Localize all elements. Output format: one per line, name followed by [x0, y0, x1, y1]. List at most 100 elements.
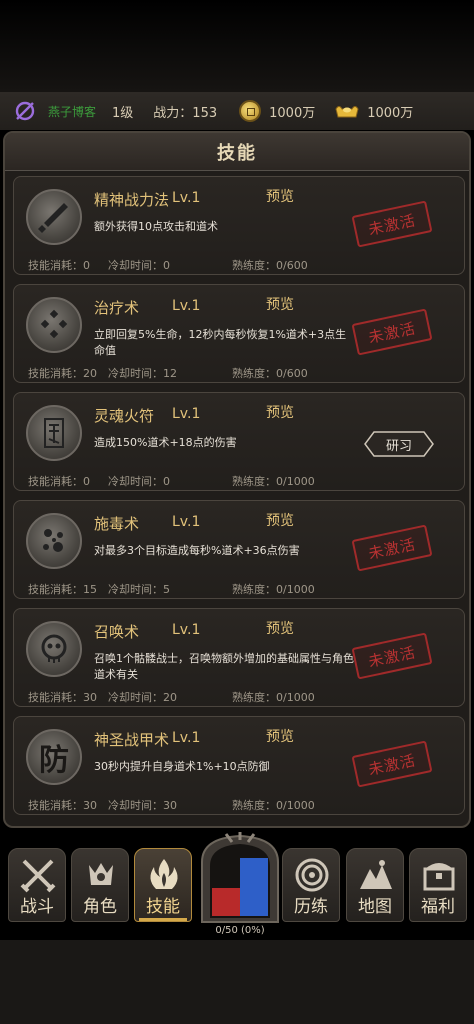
coin-icon	[239, 100, 262, 122]
skill-card[interactable]: 精神战力法 Lv.1 预览 额外获得10点攻击和道术 未激活 技能消耗：0 冷却…	[13, 176, 465, 275]
inactive-stamp: 未激活	[351, 200, 433, 248]
nav-label: 角色	[83, 897, 117, 917]
top-background	[0, 0, 474, 92]
preview-link[interactable]: 预览	[266, 186, 294, 206]
skill-description: 对最多3个目标造成每秒%道术+36点伤害	[94, 544, 300, 557]
skill-cooldown: 冷却时间：30	[108, 799, 177, 812]
skill-level: Lv.1	[172, 298, 201, 314]
nav-battle[interactable]: 战斗	[8, 848, 66, 922]
skill-name: 召唤术	[94, 623, 140, 641]
ingot-amount: 1000万	[367, 105, 414, 121]
crossed-swords-icon	[20, 859, 56, 893]
skill-name: 精神战力法	[94, 191, 170, 209]
skill-cost: 技能消耗：0	[28, 475, 90, 488]
spirit-sword-icon	[26, 189, 82, 245]
nav-label: 福利	[421, 897, 455, 917]
treasure-chest-icon	[423, 863, 455, 891]
skill-level: Lv.1	[172, 622, 201, 638]
skill-cooldown: 冷却时间：5	[108, 583, 170, 596]
skill-name: 神圣战甲术	[94, 731, 170, 749]
skill-meta: 技能消耗：0 冷却时间：0 熟练度：0/1000	[28, 473, 315, 489]
combat-power: 战力：153	[153, 105, 218, 121]
skill-name: 灵魂火符	[94, 407, 155, 425]
skill-description: 召唤1个骷髅战士，召唤物额外增加的基础属性与角色道术有关	[94, 652, 354, 681]
skill-proficiency: 熟练度：0/600	[232, 367, 308, 380]
portal-gate-icon[interactable]	[196, 832, 284, 924]
panel-title: 技能	[217, 142, 257, 164]
poison-icon	[26, 513, 82, 569]
preview-link[interactable]: 预览	[266, 726, 294, 746]
nav-map[interactable]: 地图	[346, 848, 404, 922]
skill-cooldown: 冷却时间：0	[108, 475, 170, 488]
skill-cooldown: 冷却时间：20	[108, 691, 177, 704]
nav-character[interactable]: 角色	[71, 848, 129, 922]
skill-description: 造成150%道术+18点的伤害	[94, 436, 237, 449]
skill-card[interactable]: 灵魂火符 Lv.1 预览 造成150%道术+18点的伤害 研习 技能消耗：0 冷…	[13, 392, 465, 491]
active-indicator	[139, 918, 187, 921]
research-label: 研习	[385, 438, 412, 454]
healing-icon	[26, 297, 82, 353]
talisman-icon	[26, 405, 82, 461]
skill-cost: 技能消耗：30	[28, 691, 97, 704]
preview-link[interactable]: 预览	[266, 402, 294, 422]
nav-label: 技能	[146, 897, 180, 917]
skill-meta: 技能消耗：30 冷却时间：30 熟练度：0/1000	[28, 797, 315, 813]
status-bar: 燕子博客 1级 战力：153 1000万 1000万	[0, 92, 474, 130]
flame-emblem-icon	[150, 859, 178, 889]
skill-description: 30秒内提升自身道术1%+10点防御	[94, 760, 270, 773]
skill-level: Lv.1	[172, 514, 201, 530]
nav-skills[interactable]: 技能	[134, 848, 192, 922]
nav-label: 地图	[358, 897, 392, 917]
inactive-stamp: 未激活	[351, 632, 433, 680]
skill-level: Lv.1	[172, 190, 201, 206]
player-level: 1级	[112, 105, 134, 121]
nav-welfare[interactable]: 福利	[409, 848, 467, 922]
skill-proficiency: 熟练度：0/1000	[232, 475, 315, 488]
skill-description: 额外获得10点攻击和道术	[94, 220, 218, 233]
skill-level: Lv.1	[172, 406, 201, 422]
skill-cost: 技能消耗：20	[28, 367, 97, 380]
gold-amount: 1000万	[269, 105, 316, 121]
gold-ingot-icon	[335, 106, 359, 118]
skill-cooldown: 冷却时间：0	[108, 259, 170, 272]
panel-header: 技能	[5, 133, 469, 171]
armor-icon-glyph: 防	[39, 743, 69, 778]
skill-cooldown: 冷却时间：12	[108, 367, 177, 380]
skill-meta: 技能消耗：30 冷却时间：20 熟练度：0/1000	[28, 689, 315, 705]
skill-cost: 技能消耗：15	[28, 583, 97, 596]
preview-link[interactable]: 预览	[266, 510, 294, 530]
skill-proficiency: 熟练度：0/1000	[232, 691, 315, 704]
preview-link[interactable]: 预览	[266, 294, 294, 314]
nav-label: 战斗	[20, 897, 54, 917]
skill-name: 治疗术	[94, 299, 140, 317]
skill-name: 施毒术	[94, 515, 140, 533]
nav-training[interactable]: 历练	[282, 848, 340, 922]
skill-proficiency: 熟练度：0/1000	[232, 583, 315, 596]
skill-card[interactable]: 召唤术 Lv.1 预览 召唤1个骷髅战士，召唤物额外增加的基础属性与角色道术有关…	[13, 608, 465, 707]
spiral-logo-icon	[15, 101, 35, 121]
skill-description: 立即回复5%生命，12秒内每秒恢复1%道术+3点生命值	[94, 328, 347, 357]
skill-card[interactable]: 防 神圣战甲术 Lv.1 预览 30秒内提升自身道术1%+10点防御 未激活 技…	[13, 716, 465, 815]
inactive-stamp: 未激活	[351, 524, 433, 572]
vortex-icon	[295, 858, 329, 892]
skill-meta: 技能消耗：15 冷却时间：5 熟练度：0/1000	[28, 581, 315, 597]
skill-card[interactable]: 治疗术 Lv.1 预览 立即回复5%生命，12秒内每秒恢复1%道术+3点生命值 …	[13, 284, 465, 383]
player-name: 燕子博客	[48, 104, 97, 119]
nav-label: 历练	[294, 897, 328, 917]
skill-level: Lv.1	[172, 730, 201, 746]
skill-cost: 技能消耗：30	[28, 799, 97, 812]
skill-cost: 技能消耗：0	[28, 259, 90, 272]
skill-card[interactable]: 施毒术 Lv.1 预览 对最多3个目标造成每秒%道术+36点伤害 未激活 技能消…	[13, 500, 465, 599]
skill-meta: 技能消耗：0 冷却时间：0 熟练度：0/600	[28, 257, 308, 273]
skill-meta: 技能消耗：20 冷却时间：12 熟练度：0/600	[28, 365, 308, 381]
preview-link[interactable]: 预览	[266, 618, 294, 638]
skills-panel: 技能 精神战力法 Lv.1 预览 额外获得10点攻击和道术 未激活 技能消耗：0…	[3, 131, 471, 828]
inactive-stamp: 未激活	[351, 740, 433, 788]
helmet-icon	[89, 863, 113, 885]
research-button[interactable]: 研习	[364, 431, 434, 457]
skill-proficiency: 熟练度：0/600	[232, 259, 308, 272]
skull-icon	[26, 621, 82, 677]
portal-progress: 0/50 (0%)	[215, 925, 265, 936]
armor-icon: 防	[26, 729, 82, 785]
bottom-background	[0, 940, 474, 1024]
